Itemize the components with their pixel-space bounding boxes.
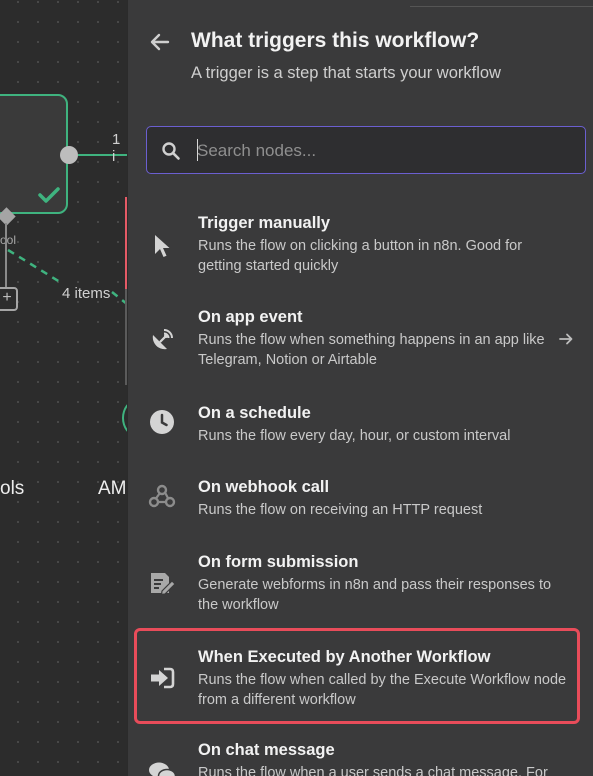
satellite-dish-icon (148, 326, 176, 354)
chat-bubbles-icon (148, 759, 176, 776)
panel-title: What triggers this workflow? (191, 29, 480, 52)
panel-subtitle: A trigger is a step that starts your wor… (191, 64, 501, 82)
arrow-right-icon (559, 333, 573, 345)
trigger-description: Runs the flow when a user sends a chat m… (198, 765, 548, 776)
on-app-event-item[interactable]: On app event Runs the flow when somethin… (128, 300, 593, 380)
trigger-selector-panel: What triggers this workflow? A trigger i… (128, 0, 593, 776)
trigger-description: Runs the flow on receiving an HTTP reque… (198, 502, 483, 518)
on-form-submission-item[interactable]: On form submission Generate webforms in … (128, 545, 593, 625)
cursor-icon (148, 232, 176, 260)
trigger-name: Trigger manually (198, 214, 331, 232)
trigger-description: Runs the flow when called by the Execute… (198, 672, 567, 708)
trigger-name: On app event (198, 308, 303, 326)
node-label-right: AM (98, 478, 127, 499)
trigger-manually-item[interactable]: Trigger manually Runs the flow on clicki… (128, 206, 593, 286)
partial-node-ring[interactable] (122, 400, 127, 436)
clock-icon (148, 408, 176, 436)
item-accent (125, 289, 127, 385)
trigger-description: Runs the flow on clicking a button in n8… (198, 238, 523, 274)
on-webhook-call-item[interactable]: On webhook call Runs the flow on receivi… (128, 470, 593, 532)
webhook-icon (148, 482, 176, 510)
trigger-description: Runs the flow when something happens in … (198, 332, 545, 368)
trigger-description: Runs the flow every day, hour, or custom… (198, 428, 511, 444)
node-output-port[interactable] (60, 146, 78, 164)
sign-in-arrow-icon (148, 664, 176, 692)
panel-top-divider (410, 0, 593, 7)
form-icon (148, 569, 176, 597)
trigger-name: On chat message (198, 741, 335, 759)
active-item-accent (125, 197, 127, 289)
trigger-description: Generate webforms in n8n and pass their … (198, 577, 552, 613)
trigger-name: When Executed by Another Workflow (198, 648, 491, 666)
trigger-name: On a schedule (198, 404, 311, 422)
when-executed-by-another-workflow-item[interactable]: When Executed by Another Workflow Runs t… (128, 640, 593, 720)
on-chat-message-item[interactable]: On chat message Runs the flow when a use… (128, 735, 593, 776)
back-arrow-icon[interactable] (148, 30, 172, 54)
trigger-name: On form submission (198, 553, 359, 571)
workflow-canvas[interactable]: 1 i ool + 4 items ols AM (0, 0, 127, 776)
trigger-name: On webhook call (198, 478, 330, 496)
connection-item-count: 1 i (112, 131, 121, 165)
search-input[interactable] (195, 135, 569, 167)
dashed-connection-item-count: 4 items (62, 285, 111, 302)
node-label-left: ols (0, 478, 25, 499)
search-box[interactable] (146, 126, 586, 174)
search-icon (162, 142, 180, 160)
on-schedule-item[interactable]: On a schedule Runs the flow every day, h… (128, 396, 593, 456)
success-check-icon (38, 187, 60, 203)
